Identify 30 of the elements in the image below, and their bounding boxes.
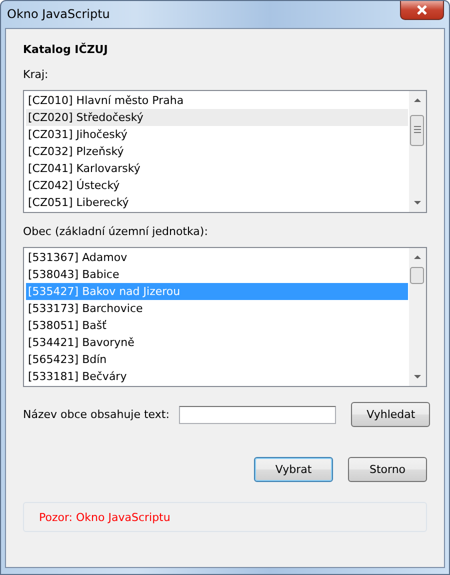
warning-text: Pozor: Okno JavaScriptu — [39, 510, 170, 524]
list-box[interactable]: [531367] Adamov [538043] Babice [535427] Bakov nad Jizerou [533173] Barchovice [538051] Bašť [534421] Bavoryně [565423] Bdín [533181] Bečváry — [23, 247, 427, 387]
close-button[interactable] — [400, 1, 444, 20]
select-button[interactable]: Vybrat — [254, 457, 333, 482]
list-box[interactable]: [CZ010] Hlavní město Praha [CZ020] Středočeský [CZ031] Jihočeský [CZ032] Plzeňský [CZ041] Karlovarský [CZ042] Ústecký [CZ051] Liberecký — [23, 90, 427, 213]
list-item[interactable]: [533173] Barchovice — [26, 300, 408, 317]
cancel-button[interactable]: Storno — [348, 457, 427, 482]
list-item[interactable]: [CZ010] Hlavní město Praha — [26, 92, 408, 109]
window-title: Okno JavaScriptu — [7, 7, 110, 21]
list-label: Kraj: — [23, 68, 50, 81]
list-item[interactable]: [531367] Adamov — [26, 249, 408, 266]
scrollbar[interactable] — [409, 248, 426, 386]
list-label: Obec (základní územní jednotka): — [23, 225, 209, 238]
list-item[interactable]: [CZ041] Karlovarský — [26, 160, 408, 177]
list-item[interactable]: [538043] Babice — [26, 266, 408, 283]
list-item[interactable]: [CZ031] Jihočeský — [26, 126, 408, 143]
list-item[interactable]: [CZ051] Liberecký — [26, 194, 408, 211]
list-item[interactable]: [CZ032] Plzeňský — [26, 143, 408, 160]
list-item[interactable]: [534421] Bavoryně — [26, 334, 408, 351]
search-field[interactable] — [179, 406, 336, 424]
list-item[interactable]: [565423] Bdín — [26, 351, 408, 368]
dialog-heading: Katalog IČZUJ — [23, 43, 109, 56]
scrollbar[interactable] — [409, 91, 426, 212]
search-label: Název obce obsahuje text: — [23, 408, 170, 421]
close-icon — [416, 5, 428, 15]
list-item[interactable]: [CZ020] Středočeský — [26, 109, 408, 126]
list-item[interactable]: [533181] Bečváry — [26, 368, 408, 385]
list-item[interactable]: [CZ042] Ústecký — [26, 177, 408, 194]
search-button[interactable]: Vyhledat — [351, 402, 430, 427]
list-item[interactable]: [538051] Bašť — [26, 317, 408, 334]
